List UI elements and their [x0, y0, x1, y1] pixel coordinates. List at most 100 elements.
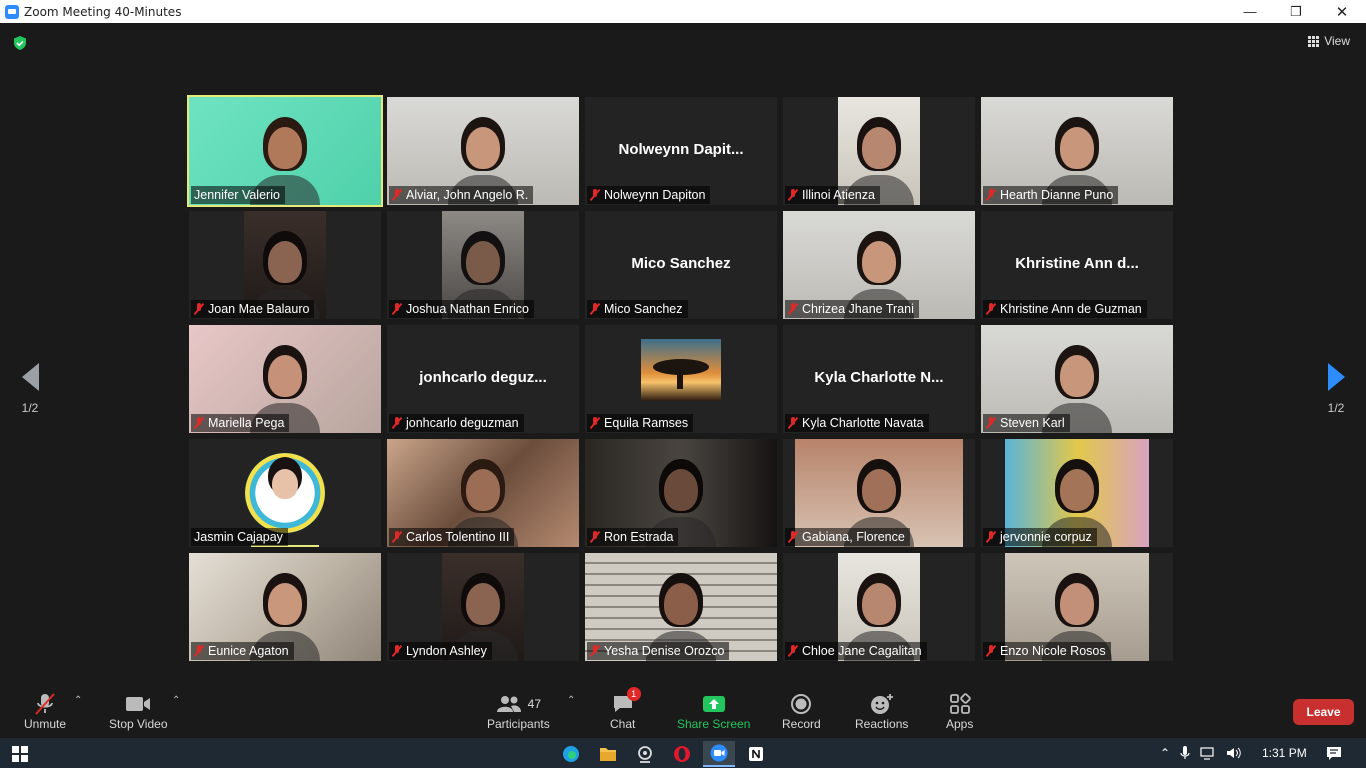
tray-chevron-icon[interactable]: ⌃: [1160, 746, 1170, 760]
record-button[interactable]: Record: [782, 691, 821, 731]
minimize-button[interactable]: —: [1227, 0, 1273, 23]
participant-tile[interactable]: Steven Karl: [981, 325, 1173, 433]
participant-name-tag: Carlos Tolentino III: [389, 528, 515, 546]
muted-mic-icon: [788, 303, 798, 315]
participant-tile[interactable]: Hearth Dianne Puno: [981, 97, 1173, 205]
close-button[interactable]: ✕: [1319, 0, 1365, 23]
participant-tile[interactable]: Gabiana, Florence: [783, 439, 975, 547]
participant-tile[interactable]: Enzo Nicole Rosos: [981, 553, 1173, 661]
webcam-app-icon[interactable]: [629, 741, 661, 767]
network-tray-icon[interactable]: [1200, 746, 1216, 760]
participant-name: jonhcarlo deguzman: [406, 416, 519, 430]
participant-name: Eunice Agaton: [208, 644, 289, 658]
muted-mic-icon: [986, 645, 996, 657]
participant-name: Gabiana, Florence: [802, 530, 905, 544]
participant-name: Alviar, John Angelo R.: [406, 188, 529, 202]
muted-mic-icon: [590, 189, 600, 201]
participant-name-tag: Chrizea Jhane Trani: [785, 300, 919, 318]
participant-name: Nolweynn Dapiton: [604, 188, 706, 202]
previous-page-button[interactable]: 1/2: [15, 363, 45, 415]
participant-name-tag: Kyla Charlotte Navata: [785, 414, 929, 432]
muted-mic-icon: [590, 303, 600, 315]
windows-start-icon[interactable]: [4, 741, 36, 767]
participant-name: Equila Ramses: [604, 416, 689, 430]
zoom-taskbar-icon[interactable]: [703, 741, 735, 767]
participant-name: Chrizea Jhane Trani: [802, 302, 914, 316]
grid-view-icon: [1308, 35, 1320, 47]
restore-button[interactable]: ❐: [1273, 0, 1319, 23]
participant-tile[interactable]: Alviar, John Angelo R.: [387, 97, 579, 205]
encryption-shield-icon[interactable]: [12, 35, 28, 51]
edge-browser-icon[interactable]: [555, 741, 587, 767]
participant-tile[interactable]: jonhcarlo deguz... jonhcarlo deguzman: [387, 325, 579, 433]
participant-tile[interactable]: Chrizea Jhane Trani: [783, 211, 975, 319]
participants-options-caret[interactable]: ⌃: [567, 695, 575, 706]
muted-mic-icon: [788, 645, 798, 657]
participant-name-tag: Gabiana, Florence: [785, 528, 910, 546]
participant-video: [245, 453, 325, 533]
participant-name: Lyndon Ashley: [406, 644, 487, 658]
apps-icon: [949, 691, 971, 717]
participant-tile[interactable]: Carlos Tolentino III: [387, 439, 579, 547]
participant-tile[interactable]: Chloe Jane Cagalitan: [783, 553, 975, 661]
participant-tile[interactable]: Yesha Denise Orozco: [585, 553, 777, 661]
audio-options-caret[interactable]: ⌃: [74, 695, 82, 706]
next-page-button[interactable]: 1/2: [1321, 363, 1351, 415]
window-title: Zoom Meeting 40-Minutes: [24, 4, 182, 19]
participant-name: Mariella Pega: [208, 416, 285, 430]
video-options-caret[interactable]: ⌃: [172, 695, 180, 706]
participant-tile[interactable]: Ron Estrada: [585, 439, 777, 547]
reactions-button[interactable]: Reactions: [855, 691, 908, 731]
participant-tile[interactable]: Eunice Agaton: [189, 553, 381, 661]
muted-mic-icon: [392, 189, 402, 201]
participant-tile[interactable]: Illinoi Atienza: [783, 97, 975, 205]
participant-tile[interactable]: Joshua Nathan Enrico: [387, 211, 579, 319]
participants-button[interactable]: 47 Participants: [487, 691, 550, 731]
participant-name-tag: Eunice Agaton: [191, 642, 294, 660]
participant-name-tag: jonhcarlo deguzman: [389, 414, 524, 432]
chat-button[interactable]: 1 Chat: [610, 687, 641, 731]
participant-name: Carlos Tolentino III: [406, 530, 510, 544]
unmute-button[interactable]: Unmute: [24, 691, 66, 731]
participant-tile[interactable]: Kyla Charlotte N... Kyla Charlotte Navata: [783, 325, 975, 433]
stop-video-button[interactable]: Stop Video: [109, 691, 168, 731]
share-screen-icon: [702, 691, 726, 717]
participant-tile[interactable]: jervonnie corpuz: [981, 439, 1173, 547]
participant-display-name: Mico Sanchez: [631, 255, 731, 272]
clock[interactable]: 1:31 PM: [1262, 738, 1307, 768]
participant-tile[interactable]: Mico Sanchez Mico Sanchez: [585, 211, 777, 319]
file-explorer-icon[interactable]: [592, 741, 624, 767]
page-indicator-right: 1/2: [1327, 401, 1345, 415]
participant-tile[interactable]: Jasmin Cajapay: [189, 439, 381, 547]
muted-mic-icon: [194, 303, 204, 315]
participant-tile[interactable]: Jennifer Valerio: [187, 95, 383, 207]
participant-tile[interactable]: Lyndon Ashley: [387, 553, 579, 661]
share-screen-button[interactable]: Share Screen: [677, 691, 750, 731]
page-indicator-left: 1/2: [21, 401, 39, 415]
participant-name-tag: Nolweynn Dapiton: [587, 186, 711, 204]
chat-badge: 1: [626, 687, 641, 701]
volume-tray-icon[interactable]: [1226, 746, 1242, 760]
notifications-icon[interactable]: [1326, 738, 1342, 768]
notion-app-icon[interactable]: [740, 741, 772, 767]
view-button[interactable]: View: [1308, 34, 1350, 48]
participant-display-name: jonhcarlo deguz...: [419, 369, 547, 386]
muted-mic-icon: [788, 189, 798, 201]
participant-display-name: Kyla Charlotte N...: [814, 369, 944, 386]
participant-tile[interactable]: Mariella Pega: [189, 325, 381, 433]
participant-name-tag: Mariella Pega: [191, 414, 290, 432]
participant-tile[interactable]: Nolweynn Dapit... Nolweynn Dapiton: [585, 97, 777, 205]
opera-browser-icon[interactable]: [666, 741, 698, 767]
chat-icon: 1: [612, 687, 641, 717]
participant-name: Ron Estrada: [604, 530, 674, 544]
system-tray: ⌃: [1160, 738, 1242, 768]
leave-button[interactable]: Leave: [1293, 699, 1354, 725]
apps-button[interactable]: Apps: [946, 691, 973, 731]
microphone-tray-icon[interactable]: [1180, 746, 1190, 760]
participant-display-name: Khristine Ann d...: [1015, 255, 1139, 272]
participant-tile[interactable]: Joan Mae Balauro: [189, 211, 381, 319]
participant-tile[interactable]: Khristine Ann d... Khristine Ann de Guzma…: [981, 211, 1173, 319]
participant-name-tag: Khristine Ann de Guzman: [983, 300, 1147, 318]
participant-tile[interactable]: Equila Ramses: [585, 325, 777, 433]
participant-name: jervonnie corpuz: [1000, 530, 1092, 544]
